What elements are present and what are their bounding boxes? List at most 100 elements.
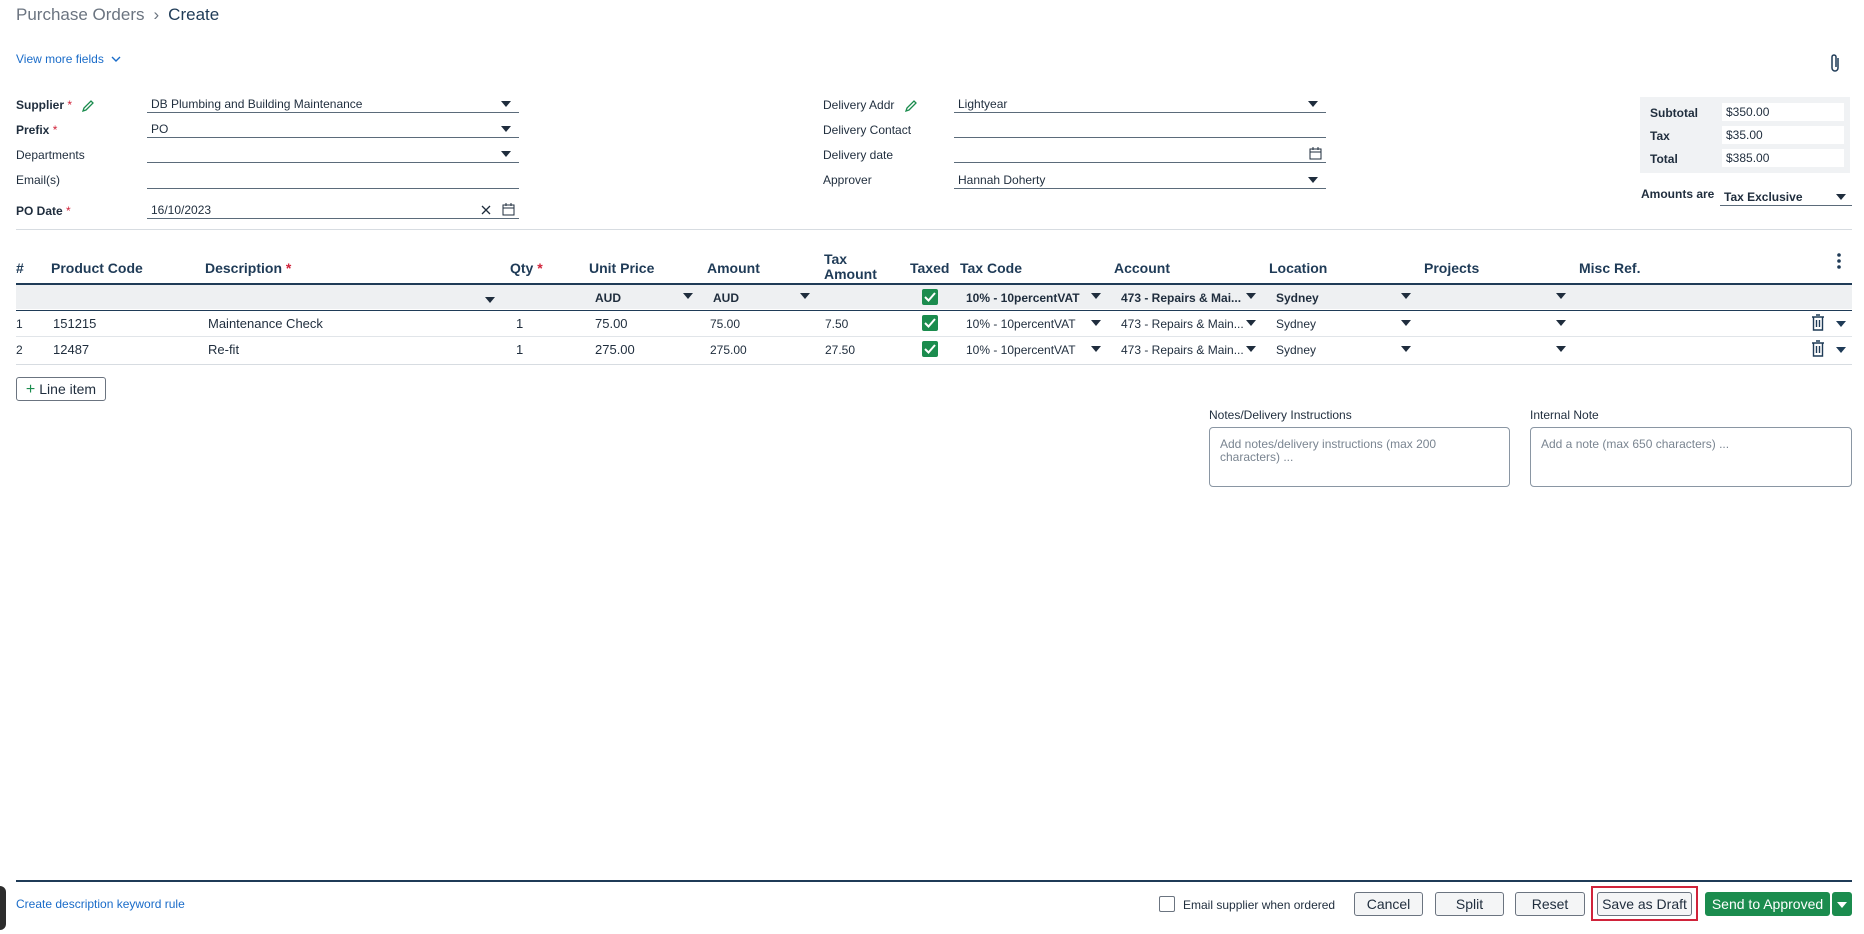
col-projects[interactable]: Projects [1424,260,1479,276]
tax-code[interactable]: 10% - 10percentVAT [966,317,1076,331]
product-code[interactable]: 12487 [53,342,89,357]
delivery-notes-label: Notes/Delivery Instructions [1209,408,1352,422]
description-filter-caret-icon[interactable] [485,297,495,303]
internal-note-label: Internal Note [1530,408,1599,422]
location[interactable]: Sydney [1276,343,1316,357]
col-account[interactable]: Account [1114,260,1170,276]
trash-icon[interactable] [1811,314,1825,331]
clear-icon[interactable] [481,205,491,215]
total-value: $385.00 [1722,149,1844,167]
account-filter[interactable]: 473 - Repairs & Mai... [1121,291,1241,305]
account[interactable]: 473 - Repairs & Main... [1121,343,1244,357]
account[interactable]: 473 - Repairs & Main... [1121,317,1244,331]
po-date-label: PO Date * [16,204,71,218]
caret-down-icon[interactable] [1091,293,1101,299]
caret-down-icon[interactable] [1401,320,1411,326]
caret-down-icon[interactable] [1246,293,1256,299]
send-options-button[interactable] [1832,892,1852,916]
breadcrumb-parent[interactable]: Purchase Orders [16,5,145,24]
tax-label: Tax [1650,129,1670,143]
pencil-icon[interactable] [904,99,918,113]
unit-price-currency[interactable]: AUD [595,291,621,305]
table-row[interactable]: 2 12487 Re-fit 1 275.00 275.00 27.50 10%… [16,337,1852,362]
col-location[interactable]: Location [1269,260,1327,276]
caret-down-icon [1308,177,1318,183]
caret-down-icon[interactable] [1246,346,1256,352]
departments-select[interactable] [147,145,519,163]
amount-currency[interactable]: AUD [713,291,739,305]
caret-down-icon[interactable] [1091,320,1101,326]
pencil-icon[interactable] [81,99,95,113]
calendar-icon[interactable] [1309,147,1322,160]
description[interactable]: Re-fit [208,342,239,357]
col-amount[interactable]: Amount [707,260,760,276]
more-vertical-icon[interactable] [1836,252,1842,270]
tax-code-filter[interactable]: 10% - 10percentVAT [966,291,1080,305]
qty[interactable]: 1 [516,316,523,331]
email-supplier-checkbox[interactable] [1159,896,1175,912]
location-filter[interactable]: Sydney [1276,291,1319,305]
supplier-label: Supplier * [16,98,95,113]
save-as-draft-button[interactable]: Save as Draft [1597,892,1692,916]
delivery-contact-field[interactable] [954,120,1326,138]
amounts-are-select[interactable]: Tax Exclusive [1720,188,1852,206]
caret-down-icon[interactable] [1556,320,1566,326]
delivery-notes-input[interactable]: Add notes/delivery instructions (max 200… [1209,427,1510,487]
create-keyword-rule-link[interactable]: Create description keyword rule [16,897,185,911]
caret-down-icon[interactable] [800,293,810,299]
col-qty[interactable]: Qty * [510,260,543,276]
view-more-fields-link[interactable]: View more fields [16,52,121,66]
split-button[interactable]: Split [1435,892,1504,916]
approver-select[interactable]: Hannah Doherty [954,171,1326,189]
qty[interactable]: 1 [516,342,523,357]
taxed-checkbox[interactable] [922,315,938,331]
cancel-button[interactable]: Cancel [1354,892,1423,916]
taxed-all-checkbox[interactable] [922,289,938,305]
row-expand-icon[interactable] [1836,347,1846,353]
row-expand-icon[interactable] [1836,321,1846,327]
caret-down-icon[interactable] [1556,346,1566,352]
caret-down-icon[interactable] [1246,320,1256,326]
emails-field[interactable] [147,171,519,189]
amount: 275.00 [710,343,747,357]
col-taxed[interactable]: Taxed [910,260,949,276]
send-to-approved-button[interactable]: Send to Approved [1705,892,1830,916]
col-tax-amount[interactable]: Tax Amount [824,252,877,282]
caret-down-icon [1308,101,1318,107]
caret-down-icon [501,126,511,132]
caret-down-icon[interactable] [1091,346,1101,352]
caret-down-icon[interactable] [683,293,693,299]
unit-price[interactable]: 75.00 [595,316,628,331]
supplier-select[interactable]: DB Plumbing and Building Maintenance [147,95,519,113]
delivery-date-field[interactable] [954,145,1326,163]
product-code[interactable]: 151215 [53,316,96,331]
col-misc-ref[interactable]: Misc Ref. [1579,260,1640,276]
trash-icon[interactable] [1811,340,1825,357]
col-tax-code[interactable]: Tax Code [960,260,1022,276]
col-num: # [16,260,24,276]
caret-down-icon[interactable] [1401,346,1411,352]
table-row[interactable]: 1 151215 Maintenance Check 1 75.00 75.00… [16,311,1852,336]
col-unit-price[interactable]: Unit Price [589,260,654,276]
internal-note-input[interactable]: Add a note (max 650 characters) ... [1530,427,1852,487]
col-description[interactable]: Description * [205,260,291,276]
attachment-icon[interactable] [1828,52,1842,74]
unit-price[interactable]: 275.00 [595,342,635,357]
delivery-addr-select[interactable]: Lightyear [954,95,1326,113]
prefix-select[interactable]: PO [147,120,519,138]
delivery-addr-label: Delivery Addr [823,98,918,113]
tax-code[interactable]: 10% - 10percentVAT [966,343,1076,357]
location[interactable]: Sydney [1276,317,1316,331]
col-product-code[interactable]: Product Code [51,260,143,276]
reset-button[interactable]: Reset [1515,892,1585,916]
delivery-date-label: Delivery date [823,148,894,162]
side-handle[interactable] [0,886,6,930]
caret-down-icon[interactable] [1401,293,1411,299]
calendar-icon[interactable] [502,203,515,216]
add-line-item-button[interactable]: + Line item [16,377,106,401]
caret-down-icon [1836,194,1846,200]
po-date-field[interactable]: 16/10/2023 [147,201,519,219]
description[interactable]: Maintenance Check [208,316,323,331]
projects-filter-caret-icon[interactable] [1556,293,1566,299]
taxed-checkbox[interactable] [922,341,938,357]
